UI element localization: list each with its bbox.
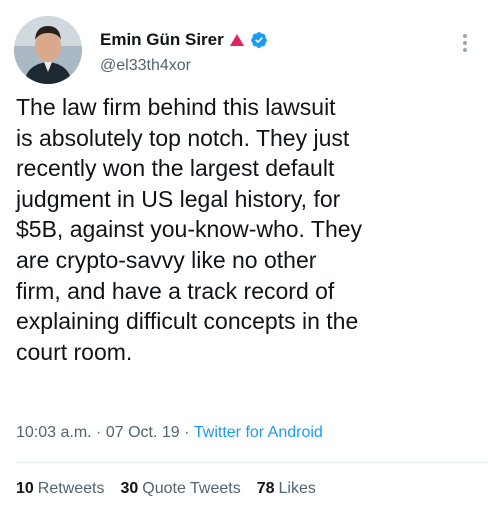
retweets-label: Retweets — [37, 480, 105, 497]
divider — [16, 462, 488, 463]
likes-label: Likes — [278, 480, 316, 497]
avatar-image — [14, 16, 82, 84]
likes-count: 78 — [256, 480, 275, 497]
author-name[interactable]: Emin Gün Sirer — [100, 30, 224, 50]
red-triangle-icon — [229, 34, 244, 46]
tweet-meta: 10:03 a.m. · 07 Oct. 19 · Twitter for An… — [16, 424, 323, 442]
tweet-stats: 10 Retweets 30 Quote Tweets 78 Likes — [16, 480, 316, 498]
meta-separator: · — [179, 424, 194, 441]
author-row: Emin Gün Sirer — [100, 30, 268, 50]
tweet-source-link[interactable]: Twitter for Android — [194, 424, 323, 442]
more-options-icon[interactable] — [462, 34, 468, 52]
quote-tweets-label: Quote Tweets — [142, 480, 241, 497]
quote-tweets-count: 30 — [120, 480, 139, 497]
tweet-text: The law firm behind this lawsuit is abso… — [16, 94, 363, 365]
tweet-time[interactable]: 10:03 a.m. — [16, 424, 92, 442]
tweet-date[interactable]: 07 Oct. 19 — [106, 424, 180, 442]
likes-stat[interactable]: 78 Likes — [257, 480, 316, 498]
verified-badge-icon — [250, 32, 267, 48]
avatar[interactable] — [14, 16, 82, 84]
meta-separator: · — [91, 424, 106, 441]
retweets-count: 10 — [16, 480, 34, 497]
retweets-stat[interactable]: 10 Retweets — [16, 480, 105, 498]
quote-tweets-stat[interactable]: 30 Quote Tweets — [121, 480, 241, 498]
author-handle[interactable]: @el33th4xor — [100, 57, 191, 75]
